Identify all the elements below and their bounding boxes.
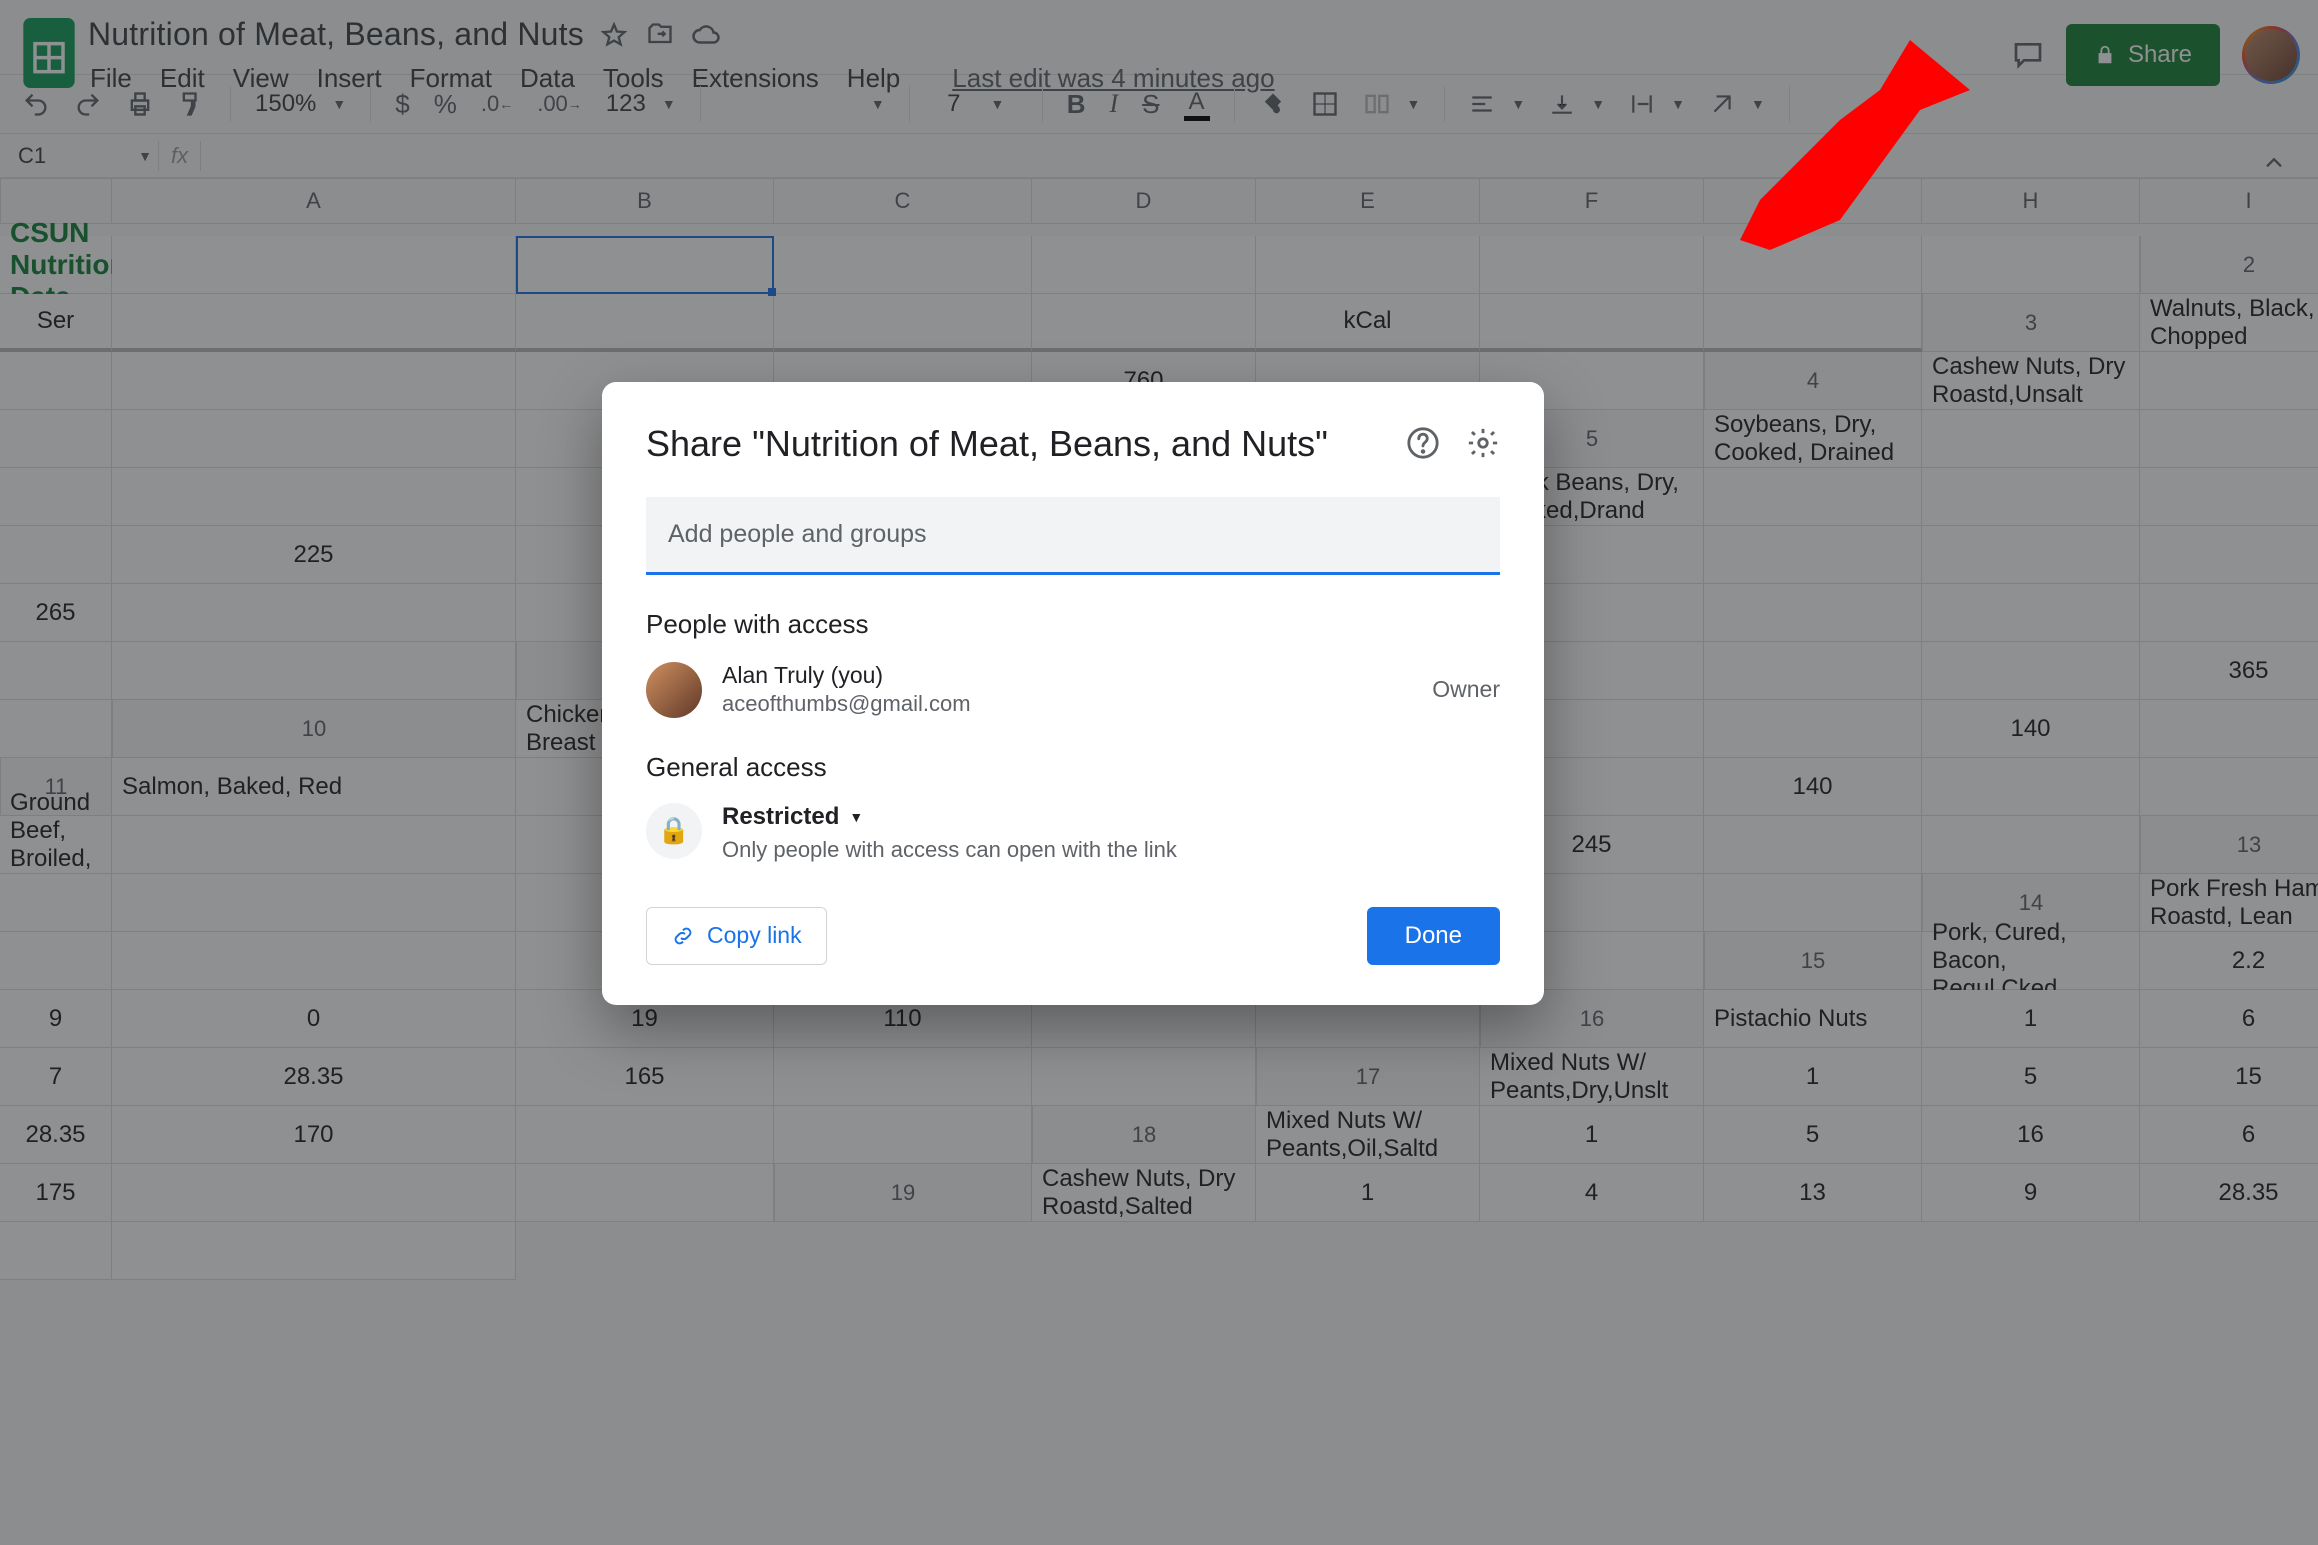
person-email: aceofthumbs@gmail.com [722,691,1412,717]
annotation-arrow [1650,30,1970,260]
settings-icon[interactable] [1466,426,1500,465]
general-access-heading: General access [646,752,1500,783]
lock-icon: 🔒 [646,803,702,859]
share-dialog: Share "Nutrition of Meat, Beans, and Nut… [602,382,1544,1005]
person-role: Owner [1432,676,1500,703]
add-people-placeholder: Add people and groups [668,520,927,549]
copy-link-button[interactable]: Copy link [646,907,827,965]
access-level-desc: Only people with access can open with th… [722,837,1177,863]
add-people-input[interactable]: Add people and groups [646,497,1500,575]
access-level-dropdown[interactable]: Restricted▼ [722,803,1177,831]
help-icon[interactable] [1406,426,1440,465]
dialog-title: Share "Nutrition of Meat, Beans, and Nut… [646,420,1328,469]
person-avatar [646,662,702,718]
person-name: Alan Truly (you) [722,662,1412,689]
done-button[interactable]: Done [1367,907,1500,965]
people-access-heading: People with access [646,609,1500,640]
